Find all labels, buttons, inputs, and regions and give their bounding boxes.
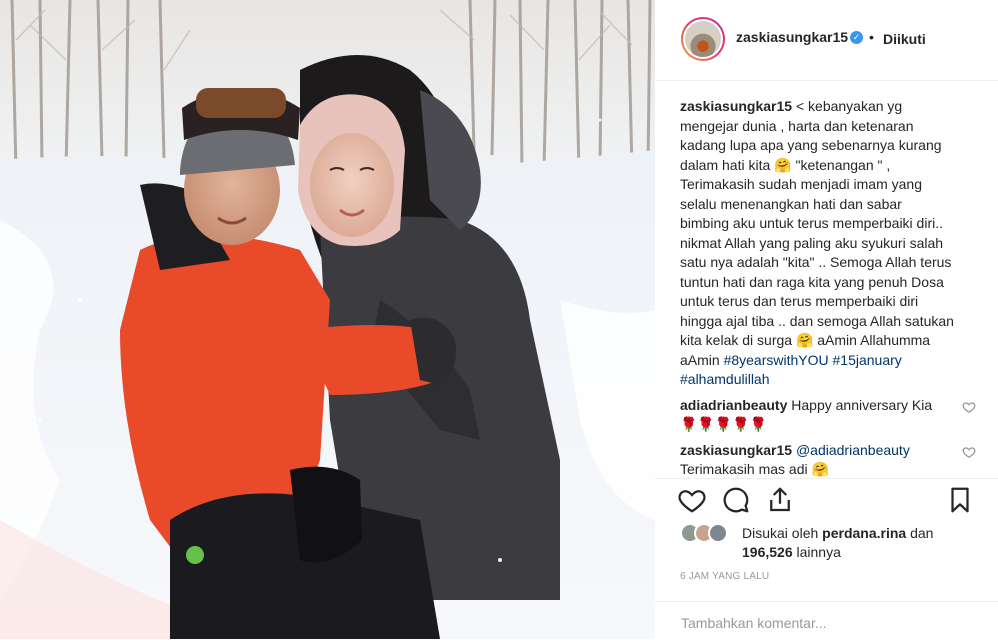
comment-item: adiadrianbeauty Happy anniversary Kia 🌹🌹… — [680, 396, 976, 435]
share-icon[interactable] — [765, 485, 795, 515]
likes-middle: dan — [906, 525, 934, 541]
caption-line: nikmat Allah yang paling aku syukuri sal… — [680, 234, 944, 251]
avatar[interactable] — [681, 17, 725, 61]
comment-username[interactable]: adiadrianbeauty — [680, 397, 787, 413]
comment-input[interactable] — [679, 611, 973, 635]
likes-text: Disukai oleh perdana.rina dan 196,526 la… — [742, 524, 933, 562]
post-header: zaskiasungkar15 ✓ • Diikuti — [655, 0, 998, 81]
caption-line: kita kelak di surga 🤗 aAmin Allahumma — [680, 332, 931, 348]
comment-username[interactable]: zaskiasungkar15 — [680, 442, 792, 458]
bookmark-icon[interactable] — [945, 485, 975, 515]
comment-text: 🌹🌹🌹🌹🌹 — [680, 416, 768, 432]
comment-icon[interactable] — [721, 485, 751, 515]
separator-dot: • — [869, 29, 874, 45]
verified-badge-icon: ✓ — [850, 31, 863, 44]
follow-status-button[interactable]: Diikuti — [883, 31, 926, 47]
caption-line: aAmin — [680, 351, 720, 368]
hashtag-link[interactable]: #8yearswithYOU — [724, 352, 829, 368]
caption-line: hingga ajal tiba .. dan semoga Allah sat… — [680, 312, 954, 329]
add-comment-box — [655, 601, 998, 640]
liker-avatar — [708, 523, 728, 543]
comment-text: Happy anniversary Kia — [791, 396, 933, 413]
likes-suffix: lainnya — [792, 544, 841, 560]
post-username[interactable]: zaskiasungkar15 — [736, 29, 848, 45]
caption-line: satu nya adalah "kita" .. Semoga Allah t… — [680, 254, 952, 270]
comments-list[interactable]: zaskiasungkar15 < kebanyakan yg mengejar… — [680, 97, 976, 477]
liker-username[interactable]: perdana.rina — [822, 525, 906, 541]
post-actions-bar — [655, 478, 998, 521]
caption-line: bimbing aku untuk terus memperbaiki diri… — [680, 215, 944, 231]
comment-item: zaskiasungkar15 @adiadrianbeauty Terimak… — [680, 441, 976, 477]
likes-count[interactable]: 196,526 — [742, 544, 793, 560]
post-sidebar: zaskiasungkar15 ✓ • Diikuti zaskiasungka… — [655, 0, 998, 639]
caption-username[interactable]: zaskiasungkar15 — [680, 98, 792, 114]
caption-line: < kebanyakan yg — [795, 98, 903, 114]
post-caption: zaskiasungkar15 < kebanyakan yg mengejar… — [680, 97, 976, 390]
caption-line: selalu menenangkan hati dan sabar — [680, 195, 902, 212]
comment-mention-link[interactable]: @adiadrianbeauty — [796, 442, 910, 458]
comment-text: Terimakasih mas adi 🤗 — [680, 461, 829, 477]
caption-line: kadang lupa apa yang sebenarnya kurang — [680, 137, 942, 153]
caption-line: Terimakasih sudah menjadi imam yang — [680, 176, 922, 192]
hashtag-link[interactable]: #15january — [833, 352, 902, 368]
likes-prefix: Disukai oleh — [742, 525, 823, 541]
post-timestamp[interactable]: 6 JAM YANG LALU — [680, 571, 769, 582]
post-photo[interactable] — [0, 0, 655, 639]
caption-line: mengejar dunia , harta dan ketenaran — [680, 117, 914, 134]
likes-summary[interactable]: Disukai oleh perdana.rina dan 196,526 la… — [680, 522, 990, 566]
hashtag-link[interactable]: #alhamdulillah — [680, 371, 770, 387]
caption-line: tuntun hati dan raga kita yang penuh Dos… — [680, 273, 944, 290]
comment-like-heart-icon[interactable] — [962, 400, 976, 414]
heart-icon[interactable] — [677, 485, 707, 515]
comment-like-heart-icon[interactable] — [962, 445, 976, 459]
caption-line: dalam hati kita 🤗 "ketenangan " , — [680, 156, 891, 173]
caption-line: untuk terus dan terus memperbaiki diri — [680, 293, 919, 309]
